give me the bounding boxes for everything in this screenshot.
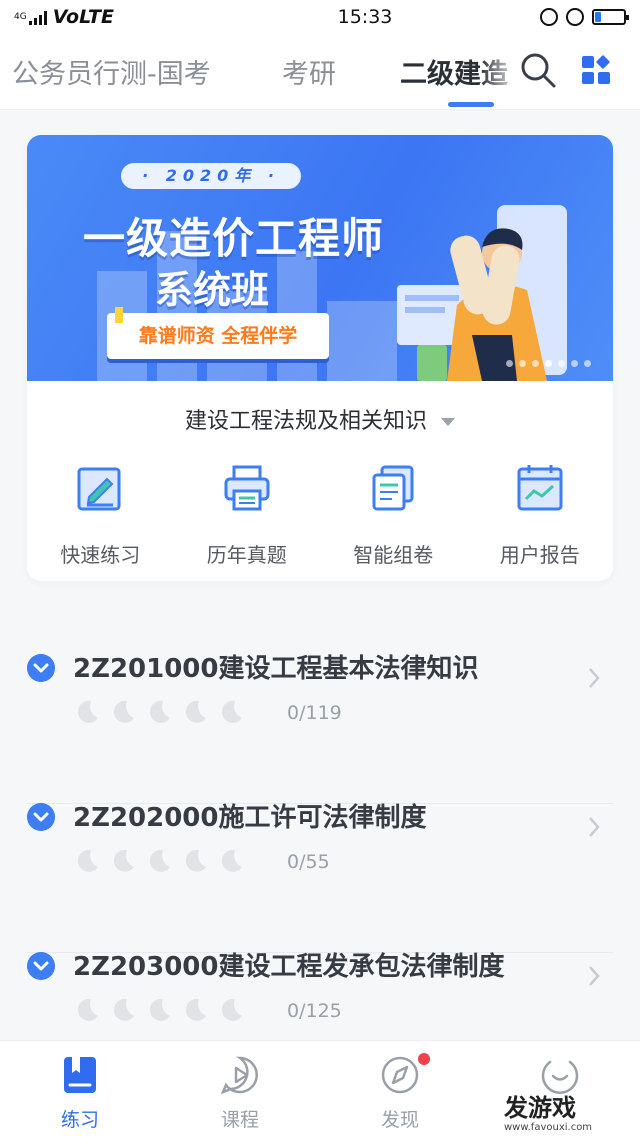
- chevron-right-icon[interactable]: [587, 666, 601, 690]
- chart-report-icon: [517, 465, 563, 511]
- banner-tagline: 靠谱师资 全程伴学: [107, 313, 329, 359]
- bottom-tab-practice[interactable]: 练习: [0, 1041, 160, 1137]
- printer-icon: [224, 465, 270, 511]
- lock-rotation-icon: [540, 8, 558, 26]
- tab-postgraduate[interactable]: 考研: [282, 52, 336, 91]
- feature-quick-practice[interactable]: 快速练习: [27, 463, 174, 568]
- moon-icon: [77, 700, 98, 723]
- bottom-tab-label: 练习: [60, 1109, 99, 1131]
- moon-icon: [149, 700, 170, 723]
- carousel-dot[interactable]: [558, 360, 565, 367]
- feature-label: 用户报告: [499, 543, 580, 567]
- moon-icon: [77, 849, 98, 872]
- moon-icon: [113, 700, 134, 723]
- moon-icon: [149, 849, 170, 872]
- battery-fill: [595, 12, 601, 22]
- chevron-right-icon[interactable]: [587, 964, 601, 988]
- category-grid-icon[interactable]: [580, 54, 612, 86]
- status-left: 4G VoLTE: [14, 6, 234, 28]
- feature-label: 快速练习: [60, 543, 141, 567]
- carousel-dot[interactable]: [545, 360, 552, 367]
- chevron-down-icon[interactable]: [27, 654, 55, 682]
- notification-badge: [418, 1053, 430, 1065]
- chapter-title: 2Z201000建设工程基本法律知识: [73, 654, 479, 684]
- watermark-brand: 发游戏: [504, 1094, 576, 1122]
- feature-past-exams[interactable]: 历年真题: [174, 463, 321, 568]
- practice-card: · 2020年 · 一级造价工程师 系统班 靠谱师资 全程伴学 建设工程法规及相…: [27, 135, 613, 581]
- bookmark-icon: [115, 307, 123, 323]
- chapter-progress: 0/125: [287, 1000, 342, 1022]
- feature-user-report[interactable]: 用户报告: [467, 463, 614, 568]
- moon-icon: [113, 998, 134, 1021]
- clock: 15:33: [337, 6, 393, 28]
- carousel-dot[interactable]: [519, 360, 526, 367]
- document-stack-icon: [372, 465, 414, 511]
- banner-year: · 2020年 ·: [121, 163, 301, 189]
- moon-icon: [221, 998, 242, 1021]
- moon-icon: [185, 700, 206, 723]
- edit-note-icon: [77, 467, 121, 511]
- moon-icon: [185, 998, 206, 1021]
- mastery-rating: [73, 996, 245, 1024]
- chapter-item[interactable]: 2Z201000建设工程基本法律知识 0/119: [27, 654, 613, 804]
- signal-icon: [28, 9, 47, 25]
- feature-grid: 快速练习 历年真题 智能组卷 用户报告: [27, 463, 613, 568]
- search-icon[interactable]: [518, 50, 558, 90]
- feature-label: 智能组卷: [353, 543, 434, 567]
- caret-down-icon: [441, 418, 455, 426]
- carousel-dot[interactable]: [506, 360, 513, 367]
- chapter-title: 2Z202000施工许可法律制度: [73, 803, 427, 833]
- tab-civil-service[interactable]: 公务员行测-国考: [12, 52, 211, 91]
- chapter-title: 2Z203000建设工程发承包法律制度: [73, 952, 505, 982]
- network-type: 4G: [14, 12, 27, 22]
- chapter-progress: 0/55: [287, 851, 330, 873]
- banner-title: 一级造价工程师: [83, 214, 385, 263]
- carousel-dot[interactable]: [571, 360, 578, 367]
- feature-smart-paper[interactable]: 智能组卷: [320, 463, 467, 568]
- moon-icon: [221, 700, 242, 723]
- banner-subtitle: 系统班: [155, 268, 270, 312]
- mastery-rating: [73, 698, 245, 726]
- bottom-tab-discover[interactable]: 发现: [320, 1041, 480, 1137]
- chevron-down-icon[interactable]: [27, 952, 55, 980]
- discover-compass-icon: [381, 1056, 419, 1094]
- carrier-label: VoLTE: [52, 6, 114, 28]
- chevron-down-icon[interactable]: [27, 803, 55, 831]
- subject-label: 建设工程法规及相关知识: [184, 409, 427, 434]
- status-right: [516, 8, 629, 26]
- chapter-item[interactable]: 2Z203000建设工程发承包法律制度 0/125: [27, 952, 613, 1040]
- moon-icon: [185, 849, 206, 872]
- carousel-dot[interactable]: [532, 360, 539, 367]
- promo-banner[interactable]: · 2020年 · 一级造价工程师 系统班 靠谱师资 全程伴学: [27, 135, 613, 381]
- practice-book-icon: [64, 1057, 96, 1093]
- active-tab-indicator: [448, 102, 494, 107]
- site-watermark: 发游戏 www.favouxi.com: [500, 1084, 640, 1137]
- chapter-progress: 0/119: [287, 702, 342, 724]
- chevron-right-icon[interactable]: [587, 815, 601, 839]
- carousel-indicator: [506, 360, 591, 367]
- moon-icon: [221, 849, 242, 872]
- bottom-tab-course[interactable]: 课程: [160, 1041, 320, 1137]
- watermark-url: www.favouxi.com: [504, 1122, 593, 1133]
- subject-selector[interactable]: 建设工程法规及相关知识: [27, 403, 613, 435]
- chapter-item[interactable]: 2Z202000施工许可法律制度 0/55: [27, 803, 613, 953]
- course-play-icon: [220, 1056, 258, 1095]
- battery-icon: [592, 9, 629, 25]
- alarm-icon: [566, 8, 584, 26]
- status-bar: 4G VoLTE 15:33: [0, 0, 640, 34]
- mastery-rating: [73, 847, 245, 875]
- top-tab-bar: 公务员行测-国考 考研 二级建造: [0, 34, 640, 110]
- moon-icon: [113, 849, 134, 872]
- moon-icon: [77, 998, 98, 1021]
- teacher-illustration: [397, 205, 567, 381]
- moon-icon: [149, 998, 170, 1021]
- feature-label: 历年真题: [206, 543, 287, 567]
- carousel-dot[interactable]: [584, 360, 591, 367]
- bottom-tab-label: 发现: [380, 1109, 419, 1131]
- tab-fade: [480, 46, 520, 96]
- bottom-tab-label: 课程: [220, 1109, 259, 1131]
- app-screen: 4G VoLTE 15:33 公务员行测-国考 考研 二级建造 · 2020年 …: [0, 0, 640, 1137]
